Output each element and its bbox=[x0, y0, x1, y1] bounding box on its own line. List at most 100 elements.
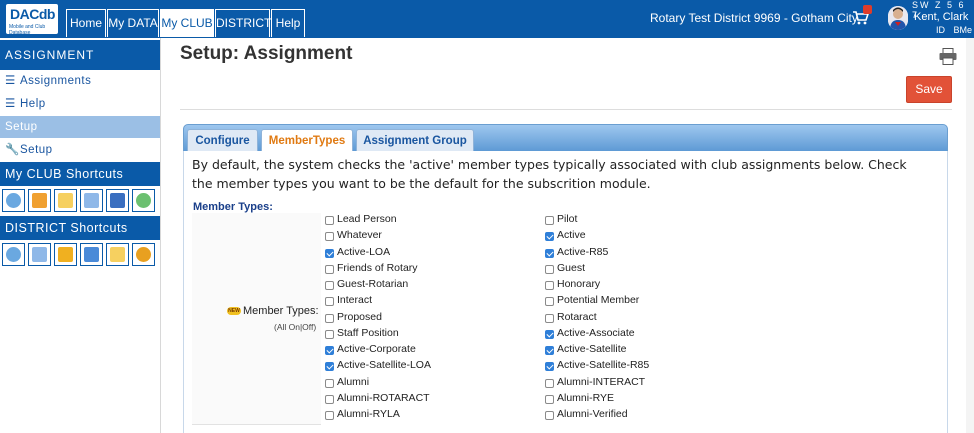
member-type-option[interactable]: Active-R85 bbox=[545, 244, 649, 260]
member-type-option[interactable]: Proposed bbox=[325, 309, 431, 325]
all-on-off-toggle[interactable]: (All On|Off) bbox=[274, 322, 316, 332]
member-type-checkbox[interactable] bbox=[325, 346, 334, 356]
user-name[interactable]: Kent, Clark bbox=[914, 11, 968, 23]
tab-strip: Configure MemberTypes Assignment Group bbox=[183, 124, 948, 153]
tab-assignment-group[interactable]: Assignment Group bbox=[356, 129, 474, 153]
calendar-grid-icon[interactable] bbox=[80, 189, 103, 212]
member-type-label: Active-Corporate bbox=[337, 343, 416, 356]
member-type-option[interactable]: Friends of Rotary bbox=[325, 260, 431, 276]
member-type-option[interactable]: Alumni-Verified bbox=[545, 406, 649, 422]
member-type-label: Staff Position bbox=[337, 326, 399, 339]
member-type-option[interactable]: Alumni-INTERACT bbox=[545, 374, 649, 390]
member-type-label: Active-Satellite bbox=[557, 343, 627, 356]
search-icon[interactable] bbox=[2, 189, 25, 212]
member-type-label: Active-Satellite-LOA bbox=[337, 359, 431, 372]
member-type-option[interactable]: Guest bbox=[545, 260, 649, 276]
org-chart-icon[interactable] bbox=[28, 243, 51, 266]
member-type-option[interactable]: Active-Satellite-LOA bbox=[325, 357, 431, 373]
scrollbar[interactable] bbox=[966, 38, 974, 433]
member-type-checkbox[interactable] bbox=[325, 394, 334, 404]
member-type-checkbox[interactable] bbox=[325, 362, 334, 372]
member-type-checkbox[interactable] bbox=[325, 313, 334, 323]
member-type-checkbox[interactable] bbox=[545, 297, 554, 307]
member-type-checkbox[interactable] bbox=[545, 264, 554, 274]
member-type-option[interactable]: Active-Satellite bbox=[545, 341, 649, 357]
members-icon[interactable] bbox=[54, 189, 77, 212]
award-icon[interactable] bbox=[132, 243, 155, 266]
nav-tab-district[interactable]: DISTRICT bbox=[215, 9, 271, 37]
member-type-option[interactable]: Alumni-RYLA bbox=[325, 406, 431, 422]
folder-icon[interactable] bbox=[54, 243, 77, 266]
member-type-option[interactable]: Active-Corporate bbox=[325, 341, 431, 357]
member-type-option[interactable]: Active-Satellite-R85 bbox=[545, 357, 649, 373]
sidebar-item-setup[interactable]: 🔧Setup bbox=[0, 139, 160, 161]
nav-tab-help[interactable]: Help bbox=[271, 9, 305, 37]
member-type-option[interactable]: Alumni-RYE bbox=[545, 390, 649, 406]
avatar[interactable] bbox=[888, 6, 908, 30]
member-type-option[interactable]: Staff Position bbox=[325, 325, 431, 341]
sidebar-item-help[interactable]: ☰ Help bbox=[0, 93, 160, 115]
save-button[interactable]: Save bbox=[906, 76, 952, 103]
tab-member-types[interactable]: MemberTypes bbox=[261, 129, 353, 153]
member-type-checkbox[interactable] bbox=[545, 216, 554, 226]
member-type-checkbox[interactable] bbox=[325, 411, 334, 421]
member-type-checkbox[interactable] bbox=[325, 378, 334, 388]
member-type-option[interactable]: Pilot bbox=[545, 211, 649, 227]
member-type-checkbox[interactable] bbox=[325, 216, 334, 226]
member-type-label: Guest bbox=[557, 261, 586, 274]
member-type-checkbox[interactable] bbox=[325, 297, 334, 307]
member-type-option[interactable]: Honorary bbox=[545, 276, 649, 292]
member-type-checkbox[interactable] bbox=[545, 248, 554, 258]
member-type-option[interactable]: Whatever bbox=[325, 227, 431, 243]
member-type-checkbox[interactable] bbox=[545, 281, 554, 291]
member-types-column-1: Lead Person Whatever Active-LOA Friends of … bbox=[325, 211, 431, 422]
search-icon[interactable] bbox=[2, 243, 25, 266]
member-type-label: Lead Person bbox=[337, 213, 397, 226]
member-type-label: Alumni-INTERACT bbox=[557, 375, 646, 388]
member-type-option[interactable]: Interact bbox=[325, 292, 431, 308]
member-type-label: Alumni-RYLA bbox=[337, 408, 400, 421]
wrench-icon: 🔧 bbox=[5, 144, 20, 156]
member-type-option[interactable]: Active bbox=[545, 227, 649, 243]
sidebar-item-assignments[interactable]: ☰ Assignments bbox=[0, 70, 160, 92]
member-type-option[interactable]: Potential Member bbox=[545, 292, 649, 308]
member-type-option[interactable]: Active-LOA bbox=[325, 244, 431, 260]
running-figure-icon[interactable] bbox=[106, 189, 129, 212]
member-type-checkbox[interactable] bbox=[325, 232, 334, 242]
print-icon[interactable] bbox=[939, 48, 957, 65]
member-type-option[interactable]: Guest-Rotarian bbox=[325, 276, 431, 292]
member-type-checkbox[interactable] bbox=[545, 378, 554, 388]
member-type-option[interactable]: Lead Person bbox=[325, 211, 431, 227]
member-type-checkbox[interactable] bbox=[545, 394, 554, 404]
dacdb-logo[interactable]: DACdb Mobile and Club Database bbox=[6, 4, 58, 36]
member-type-checkbox[interactable] bbox=[325, 248, 334, 258]
member-type-checkbox[interactable] bbox=[545, 362, 554, 372]
member-type-option[interactable]: Active-Associate bbox=[545, 325, 649, 341]
member-type-label: Alumni-ROTARACT bbox=[337, 391, 430, 404]
member-type-option[interactable]: Alumni bbox=[325, 374, 431, 390]
member-type-checkbox[interactable] bbox=[545, 313, 554, 323]
page-title: Setup: Assignment bbox=[180, 43, 353, 64]
member-type-checkbox[interactable] bbox=[325, 264, 334, 274]
list-icon: ☰ bbox=[5, 75, 16, 87]
member-types-column-2: Pilot Active Active-R85 Guest Honorary Potent… bbox=[545, 211, 649, 422]
member-type-checkbox[interactable] bbox=[325, 329, 334, 339]
document-folder-icon[interactable] bbox=[80, 243, 103, 266]
member-type-checkbox[interactable] bbox=[545, 346, 554, 356]
member-types-label-cell bbox=[192, 213, 321, 425]
member-type-checkbox[interactable] bbox=[545, 232, 554, 242]
org-chart-icon[interactable] bbox=[28, 189, 51, 212]
nav-tab-my-data[interactable]: My DATA bbox=[107, 9, 159, 37]
member-type-option[interactable]: Alumni-ROTARACT bbox=[325, 390, 431, 406]
member-type-checkbox[interactable] bbox=[325, 281, 334, 291]
nav-tab-my-club[interactable]: My CLUB bbox=[160, 9, 214, 37]
nav-tab-home[interactable]: Home bbox=[66, 9, 106, 37]
tab-configure[interactable]: Configure bbox=[187, 129, 258, 153]
member-type-checkbox[interactable] bbox=[545, 329, 554, 339]
member-type-label: Active-R85 bbox=[557, 245, 609, 258]
members-icon[interactable] bbox=[106, 243, 129, 266]
clock-icon[interactable] bbox=[132, 189, 155, 212]
member-type-checkbox[interactable] bbox=[545, 411, 554, 421]
member-type-option[interactable]: Rotaract bbox=[545, 309, 649, 325]
member-type-label: Whatever bbox=[337, 229, 382, 242]
